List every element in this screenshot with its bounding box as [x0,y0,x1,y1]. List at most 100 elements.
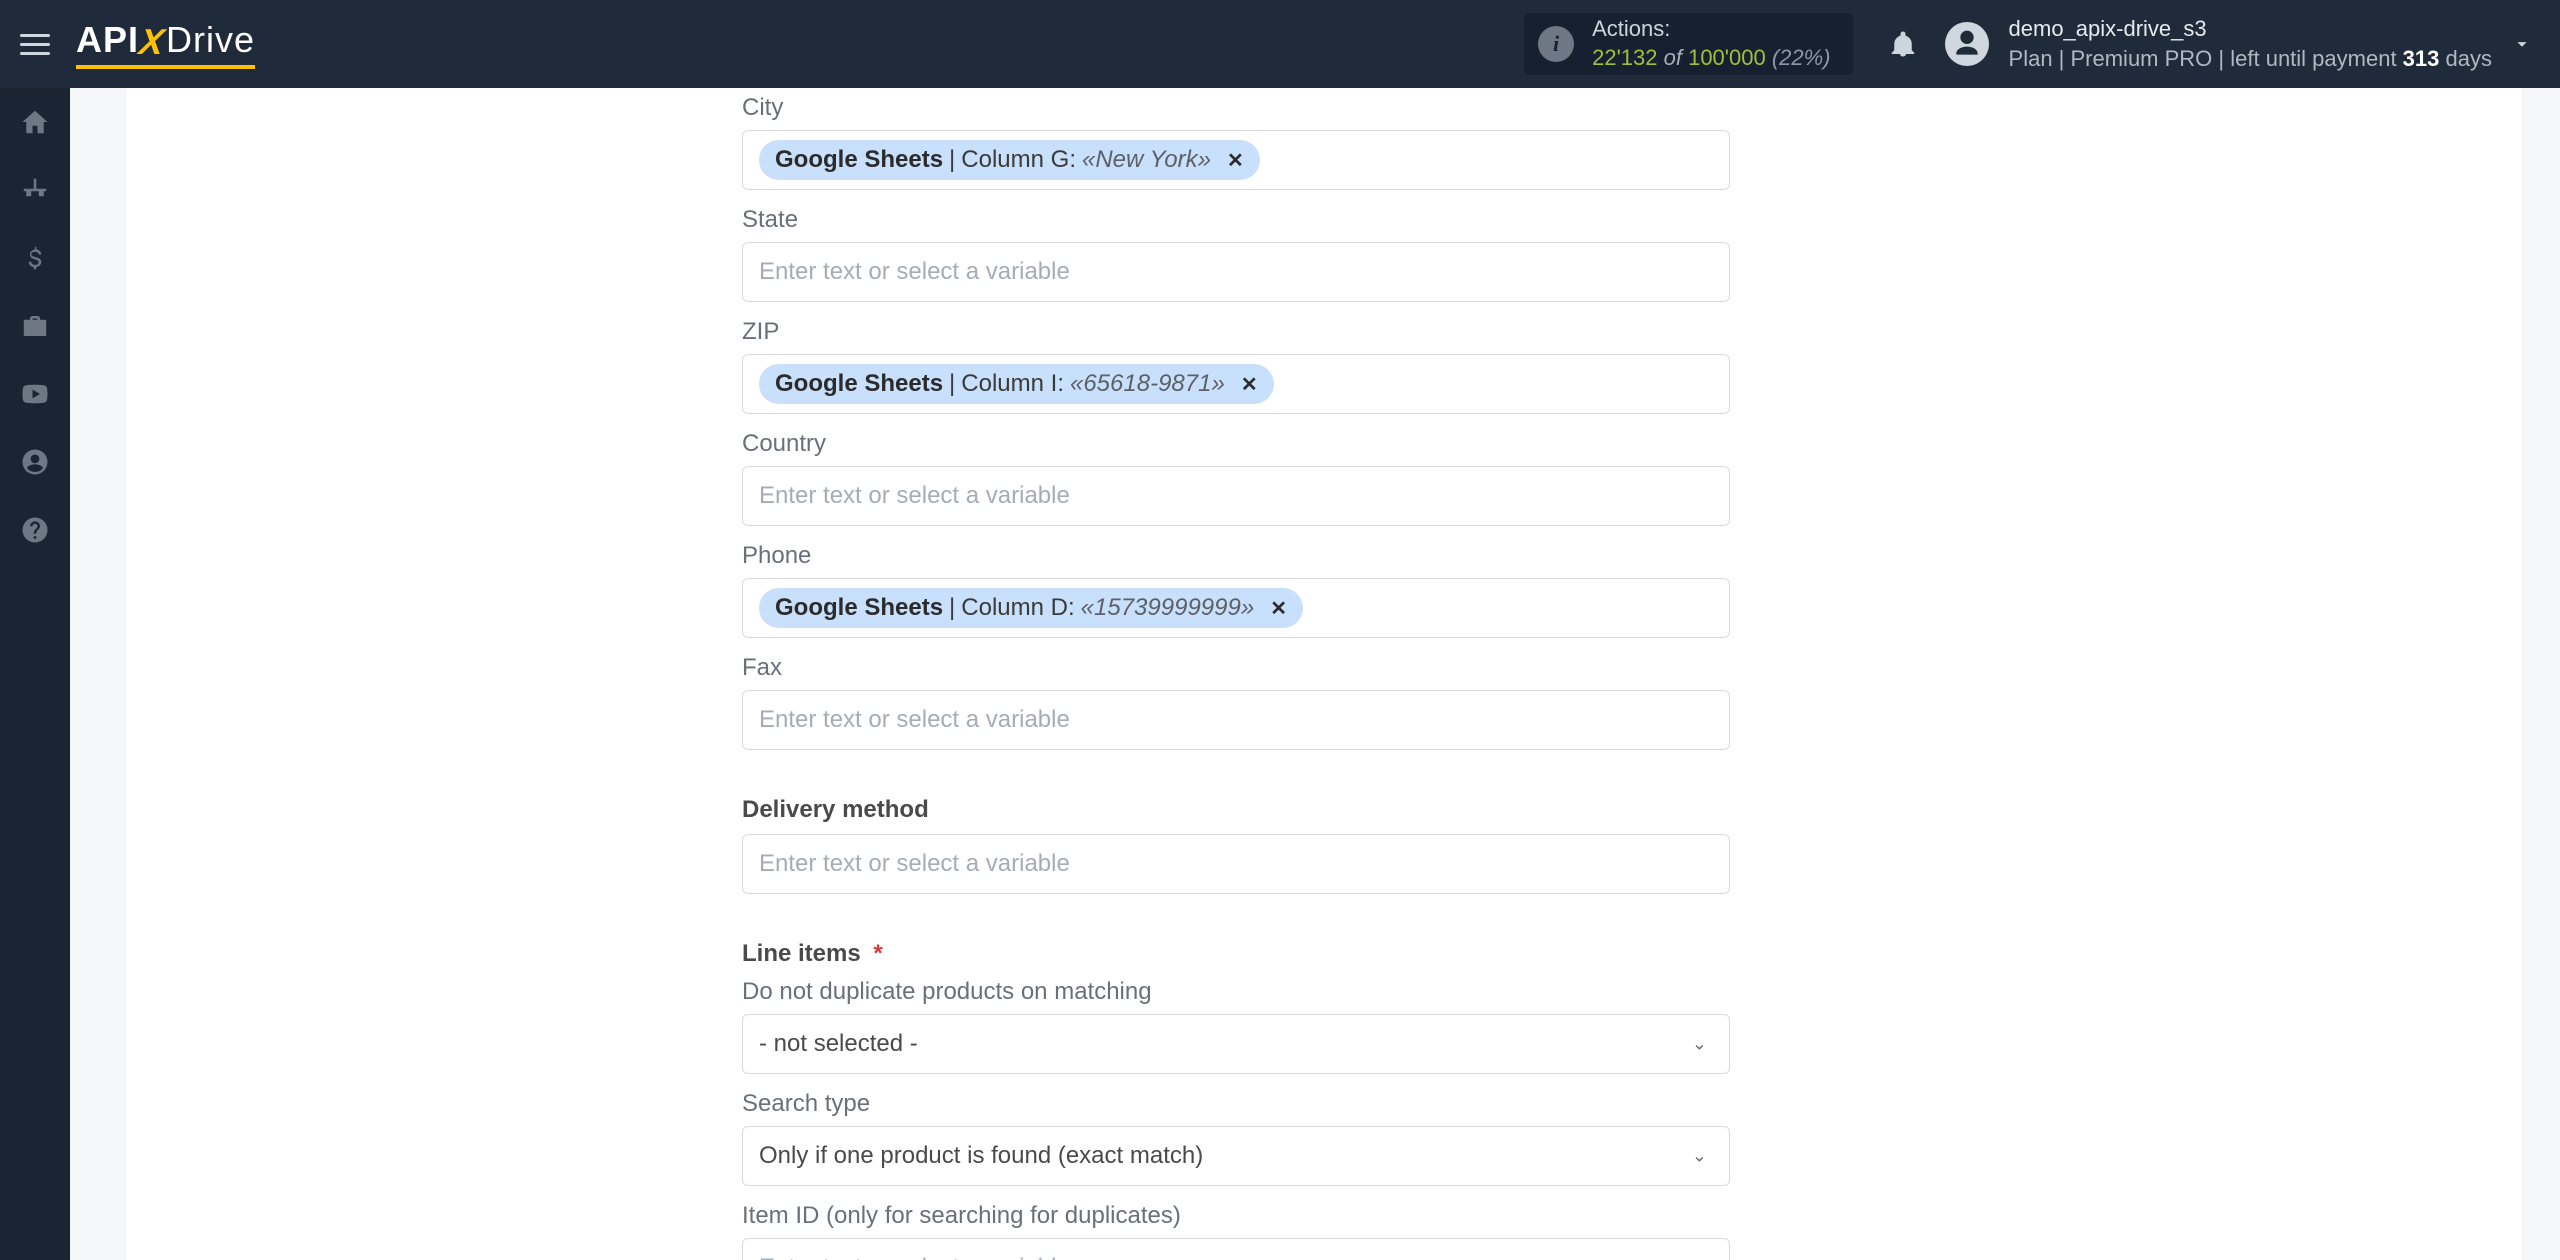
label-city: City [742,94,1730,122]
chip-phone-value: «15739999999» [1081,594,1255,622]
field-state: State Enter text or select a variable [742,206,1730,302]
actions-of: of [1658,45,1689,70]
sidebar-item-affiliate[interactable] [0,292,70,360]
field-country: Country Enter text or select a variable [742,430,1730,526]
logo-underline [76,65,255,69]
user-menu[interactable]: demo_apix-drive_s3 Plan | Premium PRO | … [1945,14,2492,73]
plan-name: Premium PRO [2071,46,2213,71]
actions-label: Actions: [1592,15,1830,44]
label-itemid: Item ID (only for searching for duplicat… [742,1202,1730,1230]
heading-line-items-text: Line items [742,940,861,967]
label-search: Search type [742,1090,1730,1118]
sidebar-item-help[interactable] [0,496,70,564]
chevron-down-icon: ⌄ [1692,1034,1707,1055]
content-panel: City Google Sheets | Column G: «New York… [126,88,2522,1260]
placeholder-fax: Enter text or select a variable [759,706,1070,734]
label-phone: Phone [742,542,1730,570]
chip-city: Google Sheets | Column G: «New York» ✕ [759,140,1260,180]
form-area: City Google Sheets | Column G: «New York… [742,88,1730,1260]
logo-api: API [76,19,139,61]
sidebar-item-account[interactable] [0,428,70,496]
avatar [1945,22,1989,66]
input-state[interactable]: Enter text or select a variable [742,242,1730,302]
label-dup: Do not duplicate products on matching [742,978,1730,1006]
sidebar [0,88,70,1260]
field-delivery: Delivery method Enter text or select a v… [742,796,1730,894]
youtube-icon [20,379,50,409]
label-country: Country [742,430,1730,458]
dollar-icon [20,243,50,273]
plan-days: 313 [2403,46,2440,71]
chip-phone-column: Column D: [961,594,1074,622]
label-zip: ZIP [742,318,1730,346]
hamburger-icon [20,43,50,46]
input-itemid[interactable]: Enter text or select a variable [742,1238,1730,1260]
label-fax: Fax [742,654,1730,682]
actions-counter[interactable]: i Actions: 22'132 of 100'000 (22%) [1524,13,1852,75]
chip-city-remove[interactable]: ✕ [1227,148,1244,173]
sidebar-item-connections[interactable] [0,156,70,224]
chevron-down-icon [2511,33,2533,55]
user-name: demo_apix-drive_s3 [2009,14,2492,44]
field-dup: Do not duplicate products on matching - … [742,978,1730,1074]
home-icon [20,107,50,137]
heading-line-items: Line items * [742,940,1730,968]
plan-left-prefix: | left until payment [2218,46,2402,71]
brand-logo[interactable]: APIXDrive [76,19,255,69]
placeholder-delivery: Enter text or select a variable [759,850,1070,878]
notifications-button[interactable] [1881,22,1925,66]
question-icon [20,515,50,545]
app-header: APIXDrive i Actions: 22'132 of 100'000 (… [0,0,2560,88]
chip-zip-column: Column I: [961,370,1064,398]
chip-zip-remove[interactable]: ✕ [1241,372,1258,397]
user-icon [1951,28,1983,60]
chip-zip: Google Sheets | Column I: «65618-9871» ✕ [759,364,1274,404]
user-circle-icon [20,447,50,477]
plan-prefix: Plan | [2009,46,2065,71]
select-search[interactable]: Only if one product is found (exact matc… [742,1126,1730,1186]
placeholder-state: Enter text or select a variable [759,258,1070,286]
bell-icon [1888,29,1918,59]
chip-city-column: Column G: [961,146,1076,174]
sidebar-item-youtube[interactable] [0,360,70,428]
input-fax[interactable]: Enter text or select a variable [742,690,1730,750]
label-state: State [742,206,1730,234]
field-city: City Google Sheets | Column G: «New York… [742,94,1730,190]
actions-text: Actions: 22'132 of 100'000 (22%) [1592,15,1830,72]
actions-used: 22'132 [1592,45,1657,70]
plan-days-suffix: days [2446,46,2492,71]
info-icon: i [1538,26,1574,62]
menu-toggle[interactable] [0,0,70,88]
chip-city-value: «New York» [1082,146,1211,174]
chip-sep: | [949,370,955,398]
input-city[interactable]: Google Sheets | Column G: «New York» ✕ [742,130,1730,190]
input-zip[interactable]: Google Sheets | Column I: «65618-9871» ✕ [742,354,1730,414]
user-info: demo_apix-drive_s3 Plan | Premium PRO | … [2009,14,2492,73]
actions-limit: 100'000 [1688,45,1766,70]
select-dup-value: - not selected - [759,1030,918,1058]
chip-phone-remove[interactable]: ✕ [1270,596,1287,621]
page: City Google Sheets | Column G: «New York… [70,88,2560,1260]
chip-phone-source: Google Sheets [775,594,943,622]
sitemap-icon [20,175,50,205]
chip-city-source: Google Sheets [775,146,943,174]
briefcase-icon [20,311,50,341]
user-menu-caret[interactable] [2492,0,2552,88]
chip-zip-value: «65618-9871» [1070,370,1225,398]
actions-percent: (22%) [1772,45,1831,70]
input-delivery[interactable]: Enter text or select a variable [742,834,1730,894]
sidebar-item-home[interactable] [0,88,70,156]
logo-drive: Drive [166,19,255,61]
required-asterisk: * [873,940,882,967]
chevron-down-icon: ⌄ [1692,1146,1707,1167]
chip-sep: | [949,146,955,174]
sidebar-item-billing[interactable] [0,224,70,292]
chip-zip-source: Google Sheets [775,370,943,398]
field-zip: ZIP Google Sheets | Column I: «65618-987… [742,318,1730,414]
input-country[interactable]: Enter text or select a variable [742,466,1730,526]
logo-x: X [137,21,168,63]
select-dup[interactable]: - not selected - ⌄ [742,1014,1730,1074]
input-phone[interactable]: Google Sheets | Column D: «15739999999» … [742,578,1730,638]
select-search-value: Only if one product is found (exact matc… [759,1142,1203,1170]
chip-sep: | [949,594,955,622]
